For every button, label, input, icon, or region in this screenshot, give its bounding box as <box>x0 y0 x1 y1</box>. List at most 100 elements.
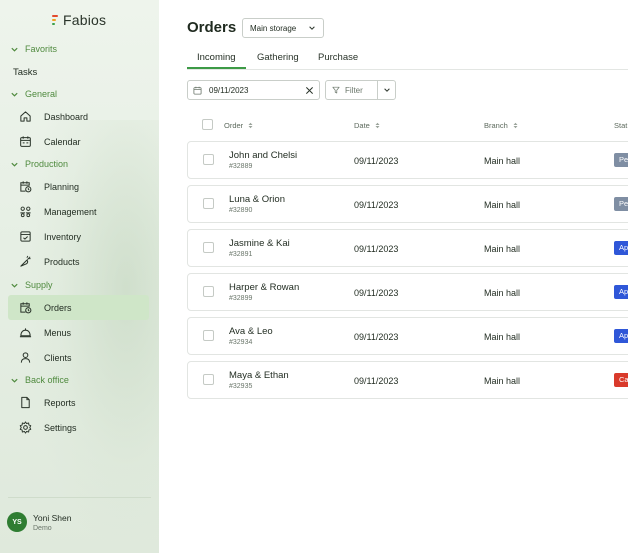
sidebar-item-label: Dashboard <box>44 111 89 122</box>
user-profile[interactable]: YS Yoni Shen Demo <box>7 512 71 532</box>
filter-button[interactable]: Filter <box>325 80 396 100</box>
table-row[interactable]: Harper & Rowan #32899 09/11/2023 Main ha… <box>187 273 628 311</box>
sidebar-item-label: Management <box>44 206 97 217</box>
order-number: #32934 <box>229 339 253 346</box>
table-row[interactable]: Maya & Ethan #32935 09/11/2023 Main hall… <box>187 361 628 399</box>
sidebar-item-dashboard[interactable]: Dashboard <box>8 104 149 129</box>
file-icon <box>21 396 30 409</box>
sidebar-item-reports[interactable]: Reports <box>8 390 149 415</box>
sidebar-item-management[interactable]: Management <box>8 199 149 224</box>
chevron-down-icon <box>11 92 18 97</box>
order-number: #32891 <box>229 251 253 258</box>
tab-gathering[interactable]: Gathering <box>257 52 299 63</box>
table-row[interactable]: Luna & Orion #32890 09/11/2023 Main hall… <box>187 185 628 223</box>
sidebar-item-clients[interactable]: Clients <box>8 345 149 370</box>
storage-select-value: Main storage <box>250 23 297 33</box>
chevron-down-icon <box>11 378 18 383</box>
sidebar-item-label: Calendar <box>44 136 81 147</box>
section-label: Supply <box>25 280 53 290</box>
sidebar-item-tasks[interactable]: Tasks <box>13 67 37 78</box>
filter-dropdown-toggle[interactable] <box>378 86 395 94</box>
fabios-logo-icon <box>52 14 58 27</box>
date-filter-value: 09/11/2023 <box>209 85 249 95</box>
date-filter-input[interactable]: 09/11/2023 <box>187 80 320 100</box>
chevron-down-icon <box>309 26 315 30</box>
sidebar-item-calendar[interactable]: Calendar <box>8 129 149 154</box>
tab-purchase[interactable]: Purchase <box>318 52 358 63</box>
app-logo[interactable]: Fabios <box>52 12 106 28</box>
order-number: #32899 <box>229 295 253 302</box>
chevron-down-icon <box>11 162 18 167</box>
table-row[interactable]: John and Chelsi #32889 09/11/2023 Main h… <box>187 141 628 179</box>
row-checkbox[interactable] <box>203 198 214 209</box>
section-favorits[interactable]: Favorits <box>10 44 57 54</box>
order-date: 09/11/2023 <box>354 376 399 386</box>
order-branch: Main hall <box>484 376 521 386</box>
order-branch: Main hall <box>484 332 521 342</box>
user-name: Yoni Shen <box>33 512 72 523</box>
status-badge: Pe <box>614 197 628 211</box>
sidebar-item-menus[interactable]: Menus <box>8 320 149 345</box>
box-check-icon <box>20 231 31 242</box>
status-badge: Pe <box>614 153 628 167</box>
order-branch: Main hall <box>484 200 521 210</box>
row-checkbox[interactable] <box>203 242 214 253</box>
section-back-office[interactable]: Back office <box>10 375 69 385</box>
column-header-status[interactable]: Stat <box>614 121 627 130</box>
close-icon[interactable] <box>305 86 314 95</box>
section-general[interactable]: General <box>10 89 57 99</box>
sidebar-divider <box>8 497 151 498</box>
tab-incoming[interactable]: Incoming <box>197 52 236 63</box>
order-date: 09/11/2023 <box>354 200 399 210</box>
order-number: #32890 <box>229 207 253 214</box>
section-label: General <box>25 89 58 99</box>
main-content: Orders Main storage Incoming Gathering P… <box>159 0 628 553</box>
order-date: 09/11/2023 <box>354 156 399 166</box>
sidebar-item-settings[interactable]: Settings <box>8 415 149 440</box>
storage-select[interactable]: Main storage <box>242 18 324 38</box>
calendar-clock-icon <box>20 181 32 193</box>
sidebar-item-planning[interactable]: Planning <box>8 174 149 199</box>
sidebar-item-inventory[interactable]: Inventory <box>8 224 149 249</box>
user-role: Demo <box>33 524 52 532</box>
section-supply[interactable]: Supply <box>10 280 53 290</box>
column-header-date[interactable]: Date <box>354 121 380 130</box>
filter-button-main[interactable]: Filter <box>326 81 378 99</box>
column-header-label: Order <box>224 121 244 130</box>
column-header-label: Branch <box>484 121 508 130</box>
sort-icon <box>375 122 380 129</box>
gear-icon <box>19 421 32 434</box>
table-row[interactable]: Jasmine & Kai #32891 09/11/2023 Main hal… <box>187 229 628 267</box>
sidebar-item-label: Planning <box>44 181 80 192</box>
chevron-down-icon <box>11 283 18 288</box>
column-header-label: Stat <box>614 121 628 130</box>
avatar: YS <box>7 512 27 532</box>
sidebar-item-products[interactable]: Products <box>8 249 149 274</box>
sidebar-item-label: Inventory <box>44 231 82 242</box>
row-checkbox[interactable] <box>203 154 214 165</box>
sidebar-item-label: Menus <box>44 327 72 338</box>
status-badge: Ap <box>614 329 628 343</box>
carrot-icon <box>20 255 31 267</box>
sidebar: Fabios Favorits Tasks General Dashboard … <box>0 0 159 553</box>
order-date: 09/11/2023 <box>354 288 399 298</box>
order-branch: Main hall <box>484 288 521 298</box>
order-date: 09/11/2023 <box>354 332 399 342</box>
order-number: #32935 <box>229 383 253 390</box>
sidebar-item-label: Products <box>44 256 80 267</box>
section-production[interactable]: Production <box>10 159 68 169</box>
order-date: 09/11/2023 <box>354 244 399 254</box>
section-label: Back office <box>25 375 69 385</box>
column-header-order[interactable]: Order <box>224 121 253 130</box>
table-row[interactable]: Ava & Leo #32934 09/11/2023 Main hall Ap <box>187 317 628 355</box>
sidebar-item-orders[interactable]: Orders <box>8 295 149 320</box>
section-label: Favorits <box>25 44 58 54</box>
row-checkbox[interactable] <box>203 374 214 385</box>
row-checkbox[interactable] <box>203 330 214 341</box>
sidebar-item-label: Clients <box>44 352 72 363</box>
select-all-checkbox[interactable] <box>202 119 213 130</box>
column-header-branch[interactable]: Branch <box>484 121 518 130</box>
calendar-icon <box>193 86 202 95</box>
order-branch: Main hall <box>484 244 521 254</box>
row-checkbox[interactable] <box>203 286 214 297</box>
